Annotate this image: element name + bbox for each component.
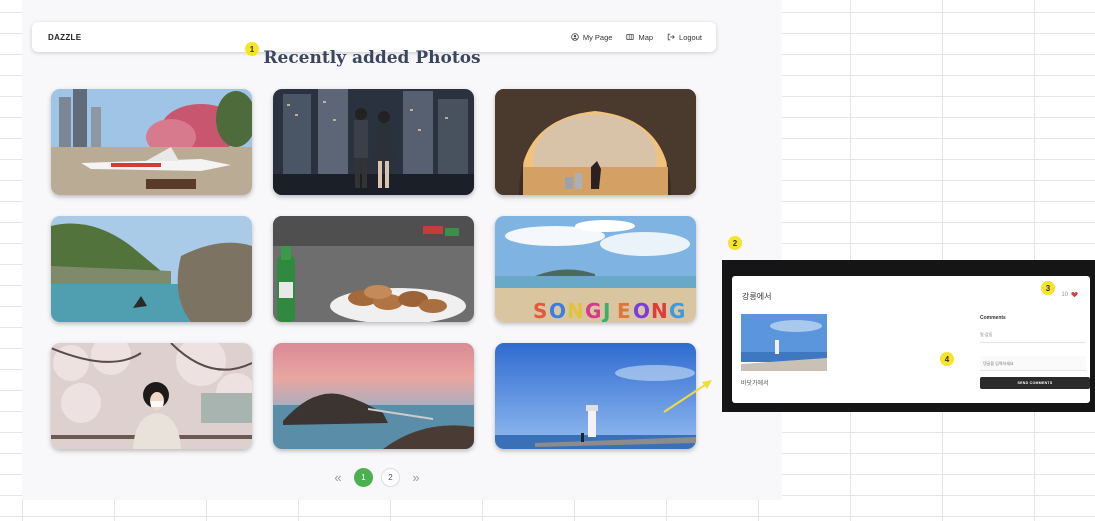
island-sunset-photo bbox=[273, 343, 474, 449]
map-icon bbox=[626, 34, 635, 40]
comment-item: 멋·감동 bbox=[980, 332, 993, 337]
annotation-badge-3: 3 bbox=[1041, 281, 1055, 295]
coastal-cliff-photo bbox=[51, 216, 252, 322]
svg-text:J: J bbox=[601, 299, 610, 322]
photo-card[interactable] bbox=[51, 343, 252, 449]
page-title: Recently added Photos bbox=[263, 48, 481, 68]
brand-logo[interactable]: DAZZLE bbox=[48, 33, 81, 42]
user-circle-icon bbox=[571, 33, 579, 41]
like-button[interactable]: 10 bbox=[1061, 291, 1078, 298]
pagination-next-button[interactable]: » bbox=[408, 470, 424, 485]
svg-text:N: N bbox=[651, 299, 668, 322]
pagination-page-2[interactable]: 2 bbox=[381, 468, 400, 487]
svg-text:O: O bbox=[633, 299, 650, 322]
nav-logout-label: Logout bbox=[679, 32, 702, 42]
svg-text:E: E bbox=[617, 299, 631, 322]
nav-my-page[interactable]: My Page bbox=[571, 32, 613, 42]
annotation-badge-4: 4 bbox=[940, 352, 954, 366]
nav-links: My Page Map Logout bbox=[571, 33, 702, 42]
heart-icon bbox=[1071, 292, 1078, 298]
modal-caption: 바닷가에서 bbox=[741, 381, 769, 387]
comments-title: Comments bbox=[980, 315, 1006, 321]
seafood-soju-photo bbox=[273, 216, 474, 322]
app-window: DAZZLE My Page Map Logout Recently added… bbox=[22, 0, 782, 500]
nav-map-label: Map bbox=[638, 32, 654, 42]
lighthouse-pier-photo bbox=[495, 343, 696, 449]
photo-card[interactable] bbox=[495, 343, 696, 449]
photo-card[interactable] bbox=[273, 89, 474, 195]
send-comments-button[interactable]: SEND COMMENTS bbox=[980, 377, 1090, 389]
svg-text:G: G bbox=[669, 299, 685, 322]
modal-photo bbox=[741, 314, 827, 371]
photo-grid: SONGJEONG bbox=[51, 89, 697, 449]
svg-text:G: G bbox=[585, 299, 601, 322]
svg-text:N: N bbox=[567, 299, 584, 322]
pagination-page-1[interactable]: 1 bbox=[354, 468, 373, 487]
photo-detail-modal: 강릉에서 10 바닷가에서 Comments 멋·감동 SEND COMMENT… bbox=[732, 276, 1090, 403]
photo-card[interactable]: SONGJEONG bbox=[495, 216, 696, 322]
svg-text:O: O bbox=[549, 299, 566, 322]
nav-my-page-label: My Page bbox=[582, 32, 613, 42]
photo-card[interactable] bbox=[273, 343, 474, 449]
pagination: « 1 2 » bbox=[330, 468, 424, 487]
photo-card[interactable] bbox=[273, 216, 474, 322]
airplane-park-photo bbox=[51, 89, 252, 195]
photo-card[interactable] bbox=[51, 216, 252, 322]
like-count: 10 bbox=[1061, 291, 1068, 298]
annotation-badge-1: 1 bbox=[245, 42, 259, 56]
pier-photo bbox=[741, 314, 827, 371]
photo-detail-screenshot: 강릉에서 10 바닷가에서 Comments 멋·감동 SEND COMMENT… bbox=[722, 260, 1095, 412]
songjeong-beach-photo: SONGJEONG bbox=[495, 216, 696, 322]
nav-map[interactable]: Map bbox=[626, 33, 653, 42]
cherry-blossom-portrait-photo bbox=[51, 343, 252, 449]
logout-icon bbox=[667, 33, 675, 41]
photo-card[interactable] bbox=[495, 89, 696, 195]
comment-input[interactable] bbox=[980, 356, 1086, 371]
annotation-badge-2: 2 bbox=[728, 236, 742, 250]
cave-sunset-photo bbox=[495, 89, 696, 195]
city-night-couple-photo bbox=[273, 89, 474, 195]
photo-card[interactable] bbox=[51, 89, 252, 195]
nav-logout[interactable]: Logout bbox=[667, 33, 702, 42]
svg-text:S: S bbox=[533, 299, 547, 322]
pagination-prev-button[interactable]: « bbox=[330, 470, 346, 485]
comment-divider bbox=[980, 342, 1086, 343]
modal-title: 강릉에서 bbox=[742, 292, 772, 301]
